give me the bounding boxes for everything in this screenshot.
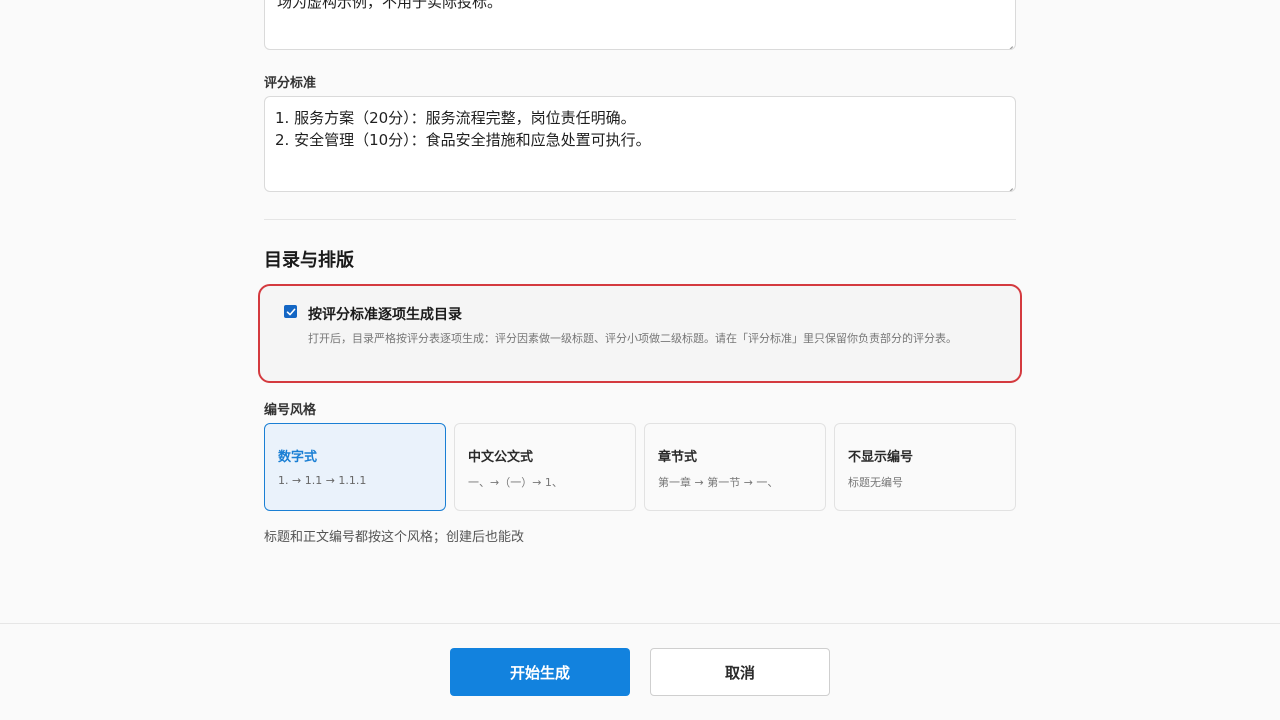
numbering-style-chinese-official[interactable]: 中文公文式 一、→（一）→ 1、 (454, 423, 636, 511)
criteria-textarea[interactable]: 1. 服务方案（20分）：服务流程完整，岗位责任明确。 2. 安全管理（10分）… (264, 96, 1016, 192)
previous-textarea[interactable]: 场为虚构示例，不用于实际投标。 (264, 0, 1016, 50)
numbering-style-chapter[interactable]: 章节式 第一章 → 第一节 → 一、 (644, 423, 826, 511)
toc-option-description: 打开后，目录严格按评分表逐项生成：评分因素做一级标题、评分小项做二级标题。请在「… (308, 332, 957, 345)
numbering-style-numeric[interactable]: 数字式 1. → 1.1 → 1.1.1 (264, 423, 446, 511)
start-generate-button[interactable]: 开始生成 (450, 648, 630, 696)
toc-by-criteria-checkbox[interactable] (284, 305, 297, 318)
style-card-title: 不显示编号 (848, 450, 914, 465)
style-card-title: 数字式 (278, 450, 318, 465)
previous-textarea-text: 场为虚构示例，不用于实际投标。 (277, 0, 503, 11)
numbering-hint: 标题和正文编号都按这个风格；创建后也能改 (264, 530, 525, 545)
checkmark-icon (286, 308, 295, 315)
resize-handle-icon[interactable] (1005, 39, 1013, 47)
criteria-label: 评分标准 (264, 76, 317, 91)
numbering-style-label: 编号风格 (264, 403, 317, 418)
dialog-footer: 开始生成 取消 (0, 623, 1280, 720)
style-card-example: 第一章 → 第一节 → 一、 (658, 476, 779, 489)
section-title: 目录与排版 (264, 250, 354, 271)
criteria-line: 2. 安全管理（10分）：食品安全措施和应急处置可执行。 (275, 131, 651, 149)
section-divider (264, 219, 1016, 220)
toc-option-title: 按评分标准逐项生成目录 (308, 307, 462, 323)
toc-by-criteria-option[interactable]: 按评分标准逐项生成目录 打开后，目录严格按评分表逐项生成：评分因素做一级标题、评… (258, 284, 1022, 383)
criteria-line: 1. 服务方案（20分）：服务流程完整，岗位责任明确。 (275, 109, 636, 127)
style-card-example: 一、→（一）→ 1、 (468, 476, 563, 489)
cancel-button[interactable]: 取消 (650, 648, 830, 696)
resize-handle-icon[interactable] (1005, 181, 1013, 189)
style-card-example: 1. → 1.1 → 1.1.1 (278, 474, 367, 487)
numbering-style-none[interactable]: 不显示编号 标题无编号 (834, 423, 1016, 511)
style-card-title: 章节式 (658, 450, 698, 465)
page: 场为虚构示例，不用于实际投标。 评分标准 1. 服务方案（20分）：服务流程完整… (0, 0, 1280, 720)
style-card-example: 标题无编号 (848, 476, 903, 489)
style-card-title: 中文公文式 (468, 450, 534, 465)
numbering-style-group: 数字式 1. → 1.1 → 1.1.1 中文公文式 一、→（一）→ 1、 章节… (264, 423, 1016, 511)
